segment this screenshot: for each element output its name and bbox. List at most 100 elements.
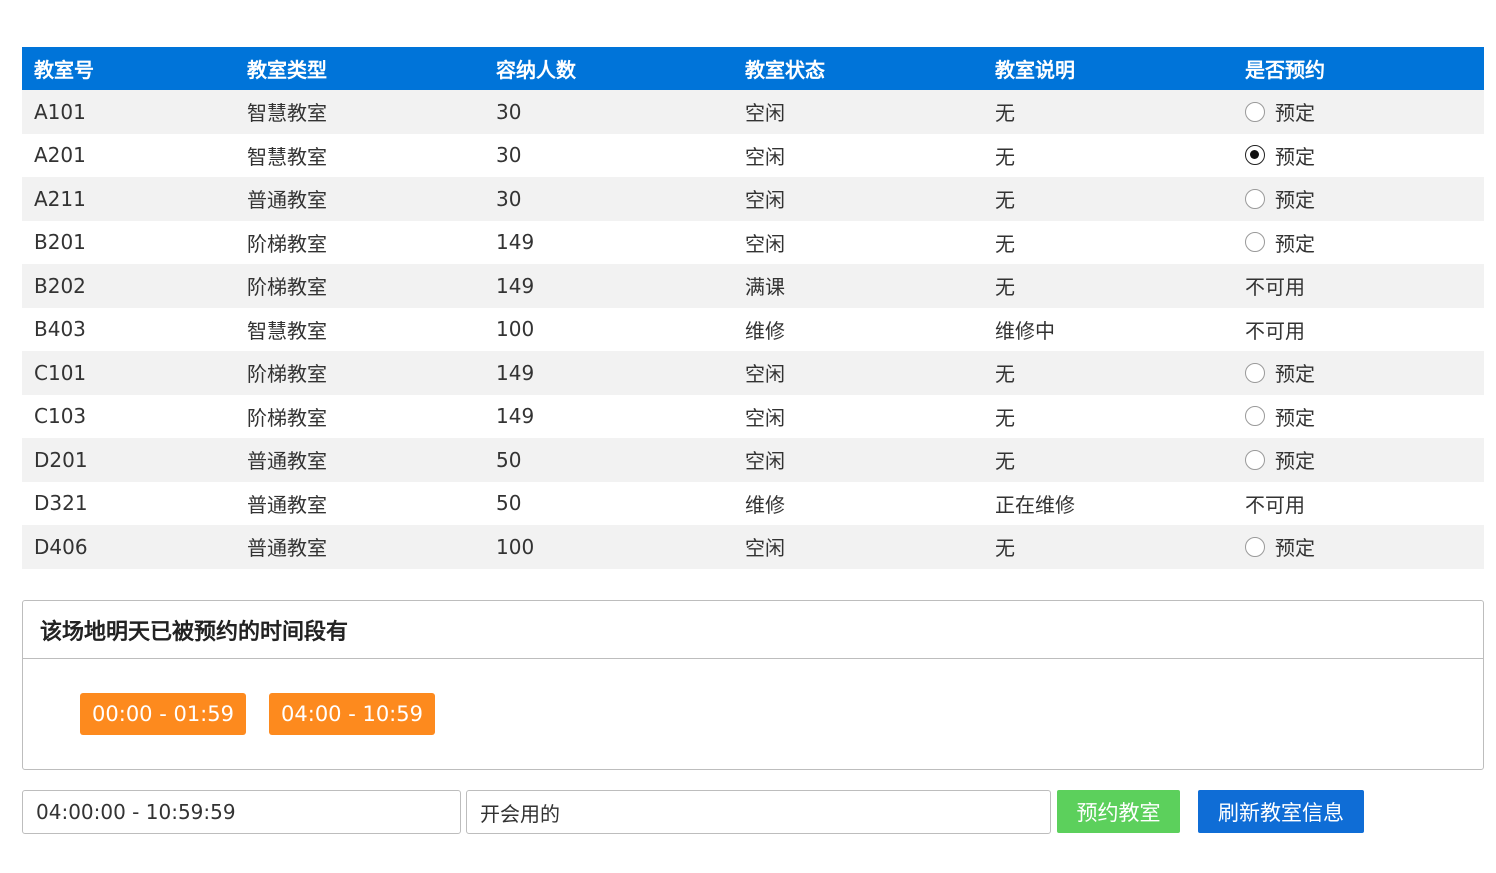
note-cell: 无 [983, 90, 1233, 134]
radio-unchecked-icon[interactable] [1245, 232, 1265, 252]
reserve-radio-option[interactable]: 预定 [1245, 532, 1315, 561]
status-cell: 满课 [733, 264, 983, 308]
reserve-radio-option[interactable]: 预定 [1245, 228, 1315, 257]
room-number-cell: B403 [22, 307, 235, 351]
capacity-cell: 30 [484, 90, 733, 134]
reserve-radio-label: 预定 [1275, 144, 1315, 169]
status-cell: 维修 [733, 481, 983, 525]
radio-unchecked-icon[interactable] [1245, 188, 1265, 209]
room-type-cell: 阶梯教室 [235, 264, 484, 308]
radio-unchecked-icon[interactable] [1245, 406, 1265, 426]
reserve-radio-option[interactable]: 预定 [1245, 141, 1315, 170]
classroom-booking-page: 教室号 教室类型 容纳人数 教室状态 教室说明 是否预约 A101 智慧教室 30 空… [0, 0, 1496, 873]
capacity-cell: 149 [484, 264, 733, 308]
radio-checked-icon[interactable] [1245, 145, 1265, 165]
room-type-cell: 阶梯教室 [235, 394, 484, 438]
room-type-cell: 普通教室 [235, 525, 484, 569]
table-row: D201 普通教室 50 空闲无 预定 [22, 438, 1484, 482]
reservation-cell[interactable]: 预定 [1233, 220, 1484, 264]
table-row: C103 阶梯教室 149 空闲无 预定 [22, 394, 1484, 438]
room-number-cell: A101 [22, 90, 235, 134]
room-type-cell: 智慧教室 [235, 133, 484, 177]
reservation-cell[interactable]: 预定 [1233, 525, 1484, 569]
status-cell: 空闲 [733, 90, 983, 134]
reserve-radio-label: 预定 [1275, 362, 1315, 386]
reserve-radio-option[interactable]: 预定 [1245, 402, 1315, 431]
reserve-radio-option[interactable]: 预定 [1245, 97, 1315, 126]
radio-unchecked-icon[interactable] [1245, 449, 1265, 470]
note-cell: 正在维修 [983, 481, 1233, 525]
status-cell: 空闲 [733, 438, 983, 482]
reserve-radio-label: 预定 [1275, 449, 1315, 473]
room-type-cell: 智慧教室 [235, 307, 484, 351]
reserve-radio-option[interactable]: 预定 [1245, 184, 1315, 213]
reservation-cell[interactable]: 预定 [1233, 351, 1484, 395]
status-cell: 空闲 [733, 133, 983, 177]
reserve-radio-label: 预定 [1275, 188, 1315, 212]
status-cell: 空闲 [733, 394, 983, 438]
status-cell: 空闲 [733, 351, 983, 395]
header-room-status: 教室状态 [733, 47, 983, 90]
table-row: C101 阶梯教室 149 空闲无 预定 [22, 351, 1484, 395]
header-room-number: 教室号 [22, 47, 235, 90]
reserve-radio-label: 预定 [1275, 101, 1315, 125]
table-row: A211 普通教室 30 空闲无 预定 [22, 177, 1484, 221]
note-cell: 无 [983, 220, 1233, 264]
table-row: D321 普通教室 50 维修 正在维修 不可用 [22, 481, 1484, 525]
capacity-cell: 149 [484, 394, 733, 438]
status-cell: 空闲 [733, 220, 983, 264]
radio-unchecked-icon[interactable] [1245, 101, 1265, 122]
booked-slot-badge: 04:00 - 10:59 [269, 693, 435, 735]
note-cell: 无 [983, 525, 1233, 569]
booked-times-panel: 该场地明天已被预约的时间段有 00:00 - 01:59 04:00 - 10:… [22, 600, 1484, 770]
reserve-radio-option[interactable]: 预定 [1245, 445, 1315, 474]
table-header-row: 教室号 教室类型 容纳人数 教室状态 教室说明 是否预约 [22, 47, 1484, 90]
room-type-cell: 普通教室 [235, 481, 484, 525]
reservation-cell: 不可用 [1233, 307, 1484, 351]
radio-unchecked-icon[interactable] [1245, 362, 1265, 383]
capacity-cell: 100 [484, 307, 733, 351]
room-number-cell: C103 [22, 394, 235, 438]
header-reservation: 是否预约 [1233, 47, 1484, 90]
reservation-cell[interactable]: 预定 [1233, 438, 1484, 482]
note-cell: 无 [983, 351, 1233, 395]
book-room-button[interactable]: 预约教室 [1057, 790, 1180, 833]
room-number-cell: D321 [22, 481, 235, 525]
capacity-cell: 149 [484, 220, 733, 264]
reservation-cell[interactable]: 预定 [1233, 90, 1484, 134]
reservation-cell: 不可用 [1233, 481, 1484, 525]
table-row: B201 阶梯教室 149 空闲无 预定 [22, 220, 1484, 264]
header-capacity: 容纳人数 [484, 47, 733, 90]
table-row: B202 阶梯教室 149 满课无不可用 [22, 264, 1484, 308]
radio-unchecked-icon[interactable] [1245, 536, 1265, 557]
note-cell: 无 [983, 394, 1233, 438]
reservation-cell[interactable]: 预定 [1233, 394, 1484, 438]
room-number-cell: A211 [22, 177, 235, 221]
room-number-cell: D201 [22, 438, 235, 482]
reserve-radio-label: 预定 [1275, 536, 1315, 560]
reservation-cell: 不可用 [1233, 264, 1484, 308]
time-range-input[interactable] [22, 790, 461, 834]
capacity-cell: 100 [484, 525, 733, 569]
status-cell: 空闲 [733, 525, 983, 569]
room-type-cell: 普通教室 [235, 177, 484, 221]
room-number-cell: B201 [22, 220, 235, 264]
note-cell: 无 [983, 177, 1233, 221]
booked-times-body: 00:00 - 01:59 04:00 - 10:59 [23, 659, 1483, 769]
classroom-table: 教室号 教室类型 容纳人数 教室状态 教室说明 是否预约 A101 智慧教室 30 空… [22, 47, 1484, 569]
refresh-room-info-button[interactable]: 刷新教室信息 [1198, 790, 1364, 833]
note-cell: 无 [983, 438, 1233, 482]
room-type-cell: 阶梯教室 [235, 351, 484, 395]
reservation-cell[interactable]: 预定 [1233, 133, 1484, 177]
purpose-input[interactable] [466, 790, 1051, 834]
note-cell: 无 [983, 133, 1233, 177]
reserve-radio-option[interactable]: 预定 [1245, 358, 1315, 387]
capacity-cell: 50 [484, 481, 733, 525]
room-number-cell: C101 [22, 351, 235, 395]
room-type-cell: 普通教室 [235, 438, 484, 482]
status-cell: 维修 [733, 307, 983, 351]
room-number-cell: D406 [22, 525, 235, 569]
capacity-cell: 30 [484, 177, 733, 221]
reservation-cell[interactable]: 预定 [1233, 177, 1484, 221]
room-type-cell: 阶梯教室 [235, 220, 484, 264]
